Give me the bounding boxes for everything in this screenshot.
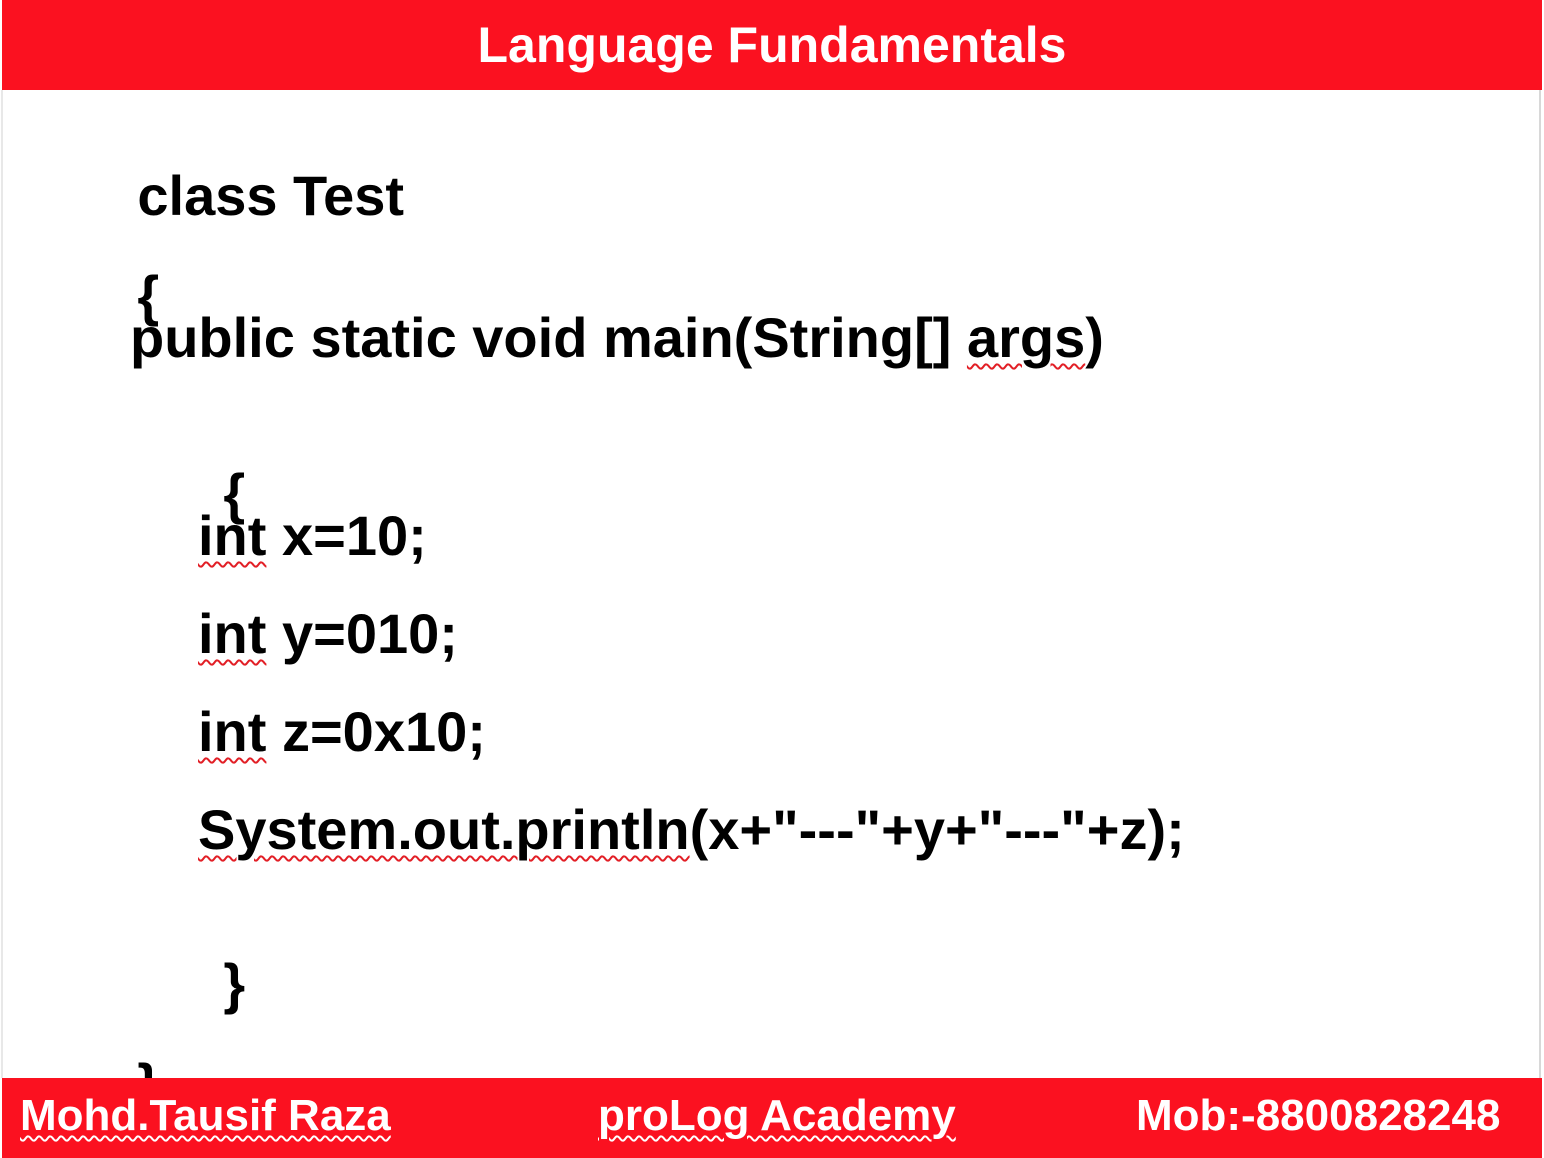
code-text: z=0x10; — [266, 700, 486, 763]
code-text: (x+"---"+y+"---"+z); — [689, 798, 1185, 861]
code-text: class Test — [137, 164, 405, 227]
code-text: y=010; — [266, 602, 458, 665]
code-block: class Test { public static void main(Str… — [0, 0, 1544, 1158]
code-text: public static void main(String[] — [130, 306, 967, 369]
code-line-main-signature: public static void main(String[] args) — [130, 310, 1104, 366]
author-name: Mohd.Tausif Raza — [20, 1091, 391, 1140]
academy-name-text: proLog Academy — [598, 1091, 956, 1140]
code-line-int-x: int x=10; — [198, 508, 427, 564]
spellcheck-word: int — [198, 504, 267, 567]
code-line-int-y: int y=010; — [198, 606, 458, 662]
code-line-int-z: int z=0x10; — [198, 704, 486, 760]
spellcheck-word: int — [198, 602, 267, 665]
code-text: x=10; — [266, 504, 427, 567]
mobile-number: Mob:-8800828248 — [1136, 1091, 1501, 1140]
code-line-println: System.out.println(x+"---"+y+"---"+z); — [198, 802, 1185, 858]
footer-banner: Mohd.Tausif Raza proLog Academy Mob:-880… — [2, 1078, 1542, 1158]
academy-name: proLog Academy — [598, 1094, 956, 1138]
slide: Language Fundamentals class Test { publi… — [0, 0, 1544, 1158]
code-text: ) — [1085, 306, 1104, 369]
code-text: } — [223, 952, 246, 1015]
spellcheck-word: System.out.println — [198, 798, 690, 861]
spellcheck-word: int — [198, 700, 267, 763]
spellcheck-word: args — [966, 306, 1086, 369]
